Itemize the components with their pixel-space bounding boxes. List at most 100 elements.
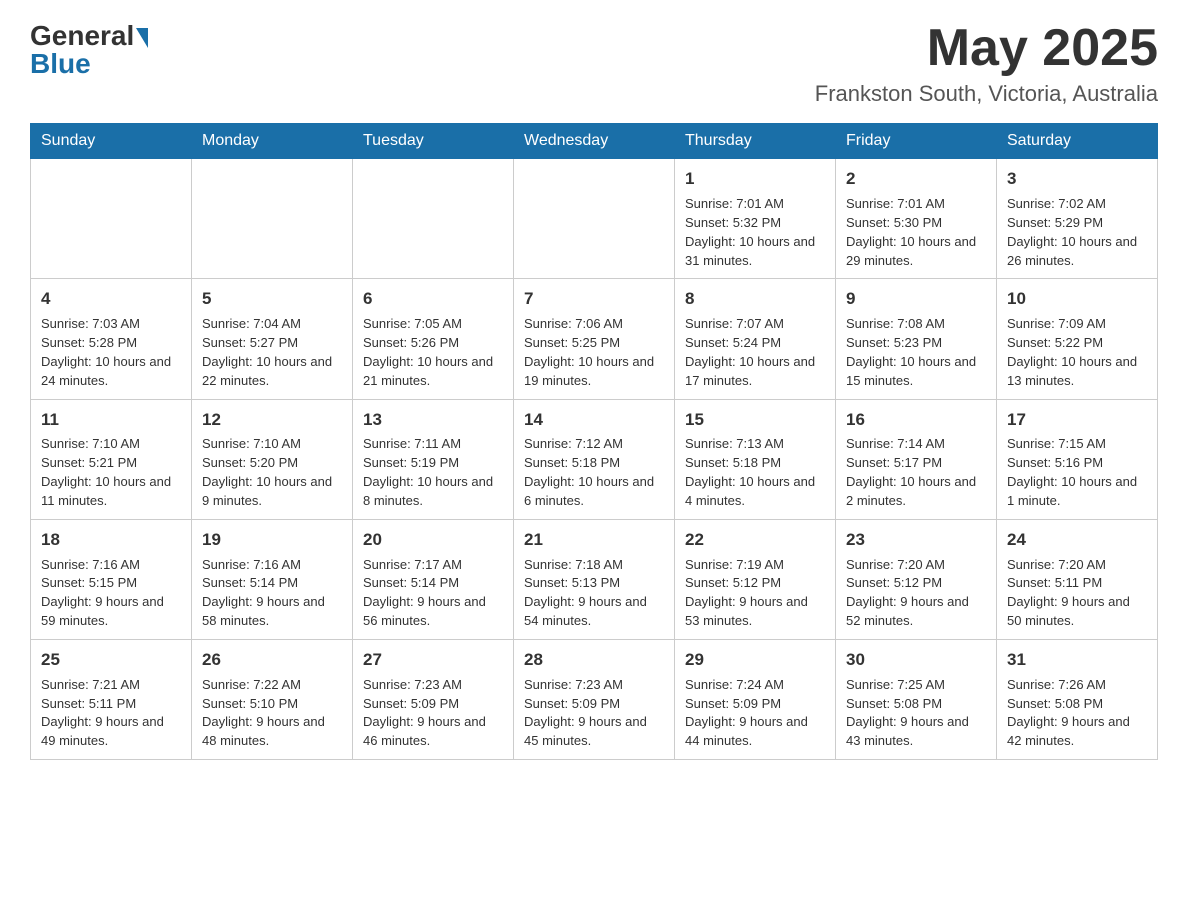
day-number: 27 <box>363 648 503 672</box>
day-number: 6 <box>363 287 503 311</box>
table-row: 4 Sunrise: 7:03 AMSunset: 5:28 PMDaylight… <box>31 279 192 399</box>
page-header: General Blue May 2025 Frankston South, V… <box>30 20 1158 107</box>
day-info: Sunrise: 7:26 AMSunset: 5:08 PMDaylight:… <box>1007 676 1147 751</box>
logo-blue-text: Blue <box>30 48 91 80</box>
day-info: Sunrise: 7:20 AMSunset: 5:12 PMDaylight:… <box>846 556 986 631</box>
day-number: 3 <box>1007 167 1147 191</box>
day-info: Sunrise: 7:22 AMSunset: 5:10 PMDaylight:… <box>202 676 342 751</box>
day-number: 26 <box>202 648 342 672</box>
table-row: 27 Sunrise: 7:23 AMSunset: 5:09 PMDayligh… <box>353 639 514 759</box>
day-info: Sunrise: 7:23 AMSunset: 5:09 PMDaylight:… <box>363 676 503 751</box>
day-info: Sunrise: 7:01 AMSunset: 5:30 PMDaylight:… <box>846 195 986 270</box>
col-monday: Monday <box>192 124 353 159</box>
table-row: 21 Sunrise: 7:18 AMSunset: 5:13 PMDayligh… <box>514 519 675 639</box>
table-row: 18 Sunrise: 7:16 AMSunset: 5:15 PMDayligh… <box>31 519 192 639</box>
day-info: Sunrise: 7:07 AMSunset: 5:24 PMDaylight:… <box>685 315 825 390</box>
table-row: 24Sunrise: 7:20 AMSunset: 5:11 PMDayligh… <box>997 519 1158 639</box>
table-row: 19 Sunrise: 7:16 AMSunset: 5:14 PMDayligh… <box>192 519 353 639</box>
col-sunday: Sunday <box>31 124 192 159</box>
day-info: Sunrise: 7:14 AMSunset: 5:17 PMDaylight:… <box>846 435 986 510</box>
day-info: Sunrise: 7:12 AMSunset: 5:18 PMDaylight:… <box>524 435 664 510</box>
day-number: 16 <box>846 408 986 432</box>
calendar-week-row: 1 Sunrise: 7:01 AMSunset: 5:32 PMDaylight… <box>31 159 1158 279</box>
calendar-week-row: 18 Sunrise: 7:16 AMSunset: 5:15 PMDayligh… <box>31 519 1158 639</box>
day-number: 23 <box>846 528 986 552</box>
title-section: May 2025 Frankston South, Victoria, Aust… <box>815 20 1158 107</box>
table-row: 16 Sunrise: 7:14 AMSunset: 5:17 PMDayligh… <box>836 399 997 519</box>
day-number: 1 <box>685 167 825 191</box>
day-info: Sunrise: 7:09 AMSunset: 5:22 PMDaylight:… <box>1007 315 1147 390</box>
col-wednesday: Wednesday <box>514 124 675 159</box>
day-number: 22 <box>685 528 825 552</box>
day-number: 2 <box>846 167 986 191</box>
table-row: 6 Sunrise: 7:05 AMSunset: 5:26 PMDaylight… <box>353 279 514 399</box>
day-number: 12 <box>202 408 342 432</box>
table-row: 31Sunrise: 7:26 AMSunset: 5:08 PMDayligh… <box>997 639 1158 759</box>
location-title: Frankston South, Victoria, Australia <box>815 81 1158 107</box>
day-info: Sunrise: 7:19 AMSunset: 5:12 PMDaylight:… <box>685 556 825 631</box>
col-tuesday: Tuesday <box>353 124 514 159</box>
day-number: 20 <box>363 528 503 552</box>
col-friday: Friday <box>836 124 997 159</box>
day-info: Sunrise: 7:06 AMSunset: 5:25 PMDaylight:… <box>524 315 664 390</box>
table-row: 13Sunrise: 7:11 AMSunset: 5:19 PMDayligh… <box>353 399 514 519</box>
col-saturday: Saturday <box>997 124 1158 159</box>
day-number: 28 <box>524 648 664 672</box>
day-number: 8 <box>685 287 825 311</box>
table-row: 12 Sunrise: 7:10 AMSunset: 5:20 PMDayligh… <box>192 399 353 519</box>
day-number: 10 <box>1007 287 1147 311</box>
day-info: Sunrise: 7:17 AMSunset: 5:14 PMDaylight:… <box>363 556 503 631</box>
logo: General Blue <box>30 20 148 80</box>
day-number: 4 <box>41 287 181 311</box>
table-row <box>353 159 514 279</box>
calendar-week-row: 4 Sunrise: 7:03 AMSunset: 5:28 PMDaylight… <box>31 279 1158 399</box>
table-row: 14Sunrise: 7:12 AMSunset: 5:18 PMDayligh… <box>514 399 675 519</box>
table-row <box>31 159 192 279</box>
day-info: Sunrise: 7:13 AMSunset: 5:18 PMDaylight:… <box>685 435 825 510</box>
table-row: 7 Sunrise: 7:06 AMSunset: 5:25 PMDaylight… <box>514 279 675 399</box>
logo-arrow-icon <box>136 28 148 48</box>
table-row: 15Sunrise: 7:13 AMSunset: 5:18 PMDayligh… <box>675 399 836 519</box>
day-info: Sunrise: 7:10 AMSunset: 5:20 PMDaylight:… <box>202 435 342 510</box>
table-row: 5 Sunrise: 7:04 AMSunset: 5:27 PMDaylight… <box>192 279 353 399</box>
day-info: Sunrise: 7:04 AMSunset: 5:27 PMDaylight:… <box>202 315 342 390</box>
day-info: Sunrise: 7:08 AMSunset: 5:23 PMDaylight:… <box>846 315 986 390</box>
day-number: 18 <box>41 528 181 552</box>
table-row: 17Sunrise: 7:15 AMSunset: 5:16 PMDayligh… <box>997 399 1158 519</box>
table-row: 22 Sunrise: 7:19 AMSunset: 5:12 PMDayligh… <box>675 519 836 639</box>
table-row: 1 Sunrise: 7:01 AMSunset: 5:32 PMDaylight… <box>675 159 836 279</box>
day-number: 29 <box>685 648 825 672</box>
table-row: 20 Sunrise: 7:17 AMSunset: 5:14 PMDayligh… <box>353 519 514 639</box>
day-info: Sunrise: 7:03 AMSunset: 5:28 PMDaylight:… <box>41 315 181 390</box>
day-number: 21 <box>524 528 664 552</box>
day-info: Sunrise: 7:16 AMSunset: 5:15 PMDaylight:… <box>41 556 181 631</box>
day-info: Sunrise: 7:16 AMSunset: 5:14 PMDaylight:… <box>202 556 342 631</box>
day-number: 7 <box>524 287 664 311</box>
day-number: 24 <box>1007 528 1147 552</box>
day-number: 25 <box>41 648 181 672</box>
col-thursday: Thursday <box>675 124 836 159</box>
day-number: 19 <box>202 528 342 552</box>
day-info: Sunrise: 7:02 AMSunset: 5:29 PMDaylight:… <box>1007 195 1147 270</box>
day-info: Sunrise: 7:23 AMSunset: 5:09 PMDaylight:… <box>524 676 664 751</box>
day-info: Sunrise: 7:05 AMSunset: 5:26 PMDaylight:… <box>363 315 503 390</box>
table-row: 2 Sunrise: 7:01 AMSunset: 5:30 PMDaylight… <box>836 159 997 279</box>
day-number: 5 <box>202 287 342 311</box>
table-row: 23 Sunrise: 7:20 AMSunset: 5:12 PMDayligh… <box>836 519 997 639</box>
month-title: May 2025 <box>815 20 1158 77</box>
calendar-header-row: Sunday Monday Tuesday Wednesday Thursday… <box>31 124 1158 159</box>
table-row: 29 Sunrise: 7:24 AMSunset: 5:09 PMDayligh… <box>675 639 836 759</box>
day-info: Sunrise: 7:24 AMSunset: 5:09 PMDaylight:… <box>685 676 825 751</box>
calendar-week-row: 11Sunrise: 7:10 AMSunset: 5:21 PMDayligh… <box>31 399 1158 519</box>
table-row: 30Sunrise: 7:25 AMSunset: 5:08 PMDayligh… <box>836 639 997 759</box>
table-row <box>192 159 353 279</box>
day-info: Sunrise: 7:18 AMSunset: 5:13 PMDaylight:… <box>524 556 664 631</box>
table-row: 26 Sunrise: 7:22 AMSunset: 5:10 PMDayligh… <box>192 639 353 759</box>
day-info: Sunrise: 7:01 AMSunset: 5:32 PMDaylight:… <box>685 195 825 270</box>
table-row: 25 Sunrise: 7:21 AMSunset: 5:11 PMDayligh… <box>31 639 192 759</box>
day-info: Sunrise: 7:21 AMSunset: 5:11 PMDaylight:… <box>41 676 181 751</box>
day-info: Sunrise: 7:10 AMSunset: 5:21 PMDaylight:… <box>41 435 181 510</box>
calendar-table: Sunday Monday Tuesday Wednesday Thursday… <box>30 123 1158 760</box>
calendar-week-row: 25 Sunrise: 7:21 AMSunset: 5:11 PMDayligh… <box>31 639 1158 759</box>
day-number: 9 <box>846 287 986 311</box>
